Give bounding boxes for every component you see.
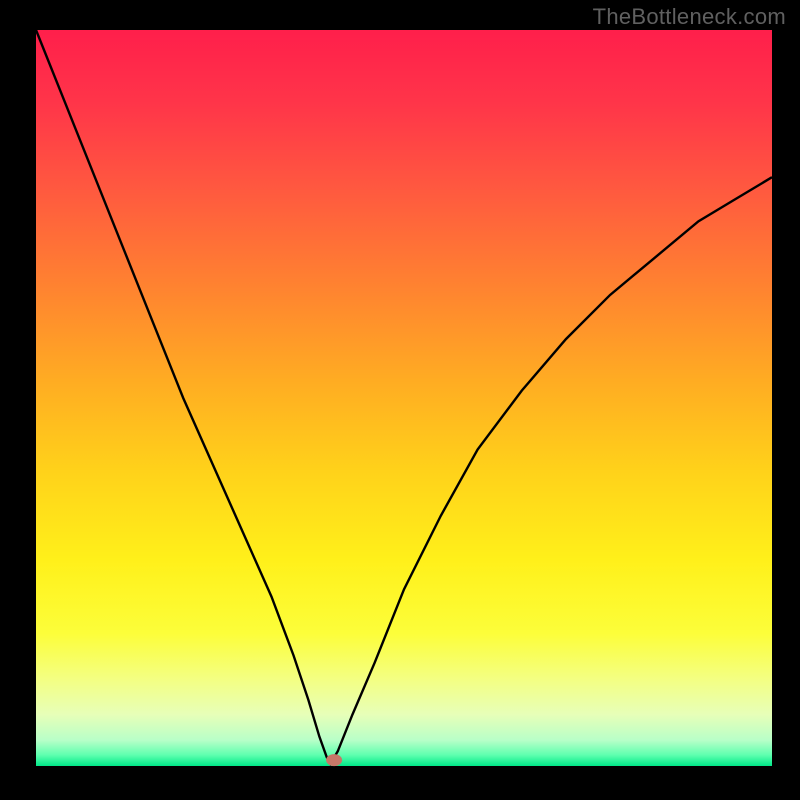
- plot-background: [36, 30, 772, 766]
- chart-svg: [0, 0, 800, 800]
- optimum-marker: [326, 754, 342, 766]
- chart-frame: TheBottleneck.com: [0, 0, 800, 800]
